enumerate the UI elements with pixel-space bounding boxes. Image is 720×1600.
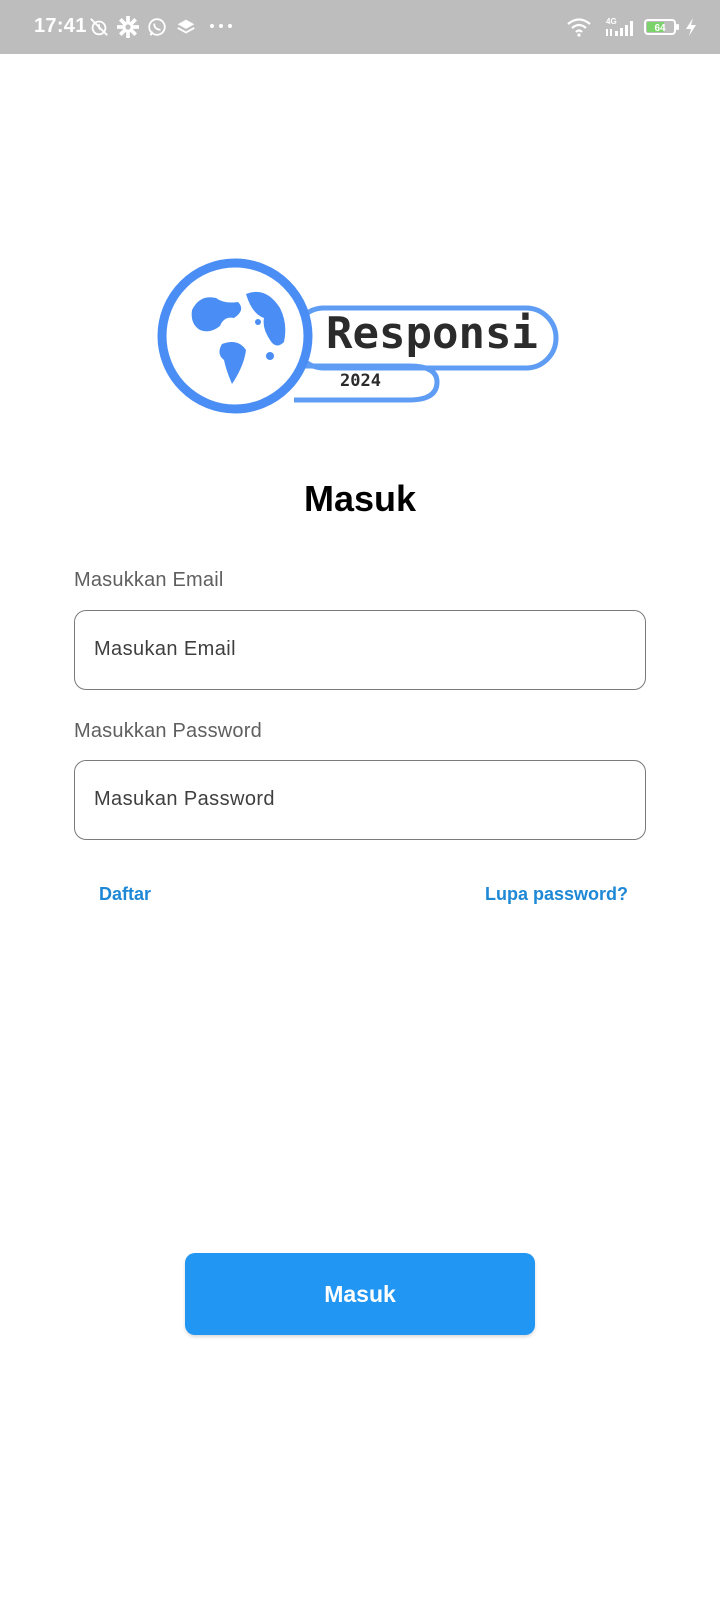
settings-icon (117, 16, 139, 38)
whatsapp-icon (146, 16, 168, 38)
status-bar: 17:41 4G 64 (0, 0, 720, 54)
login-button[interactable]: Masuk (185, 1253, 535, 1335)
layers-icon (175, 16, 197, 38)
logo-name: Responsi (326, 308, 538, 359)
status-time: 17:41 (34, 15, 87, 37)
app-logo: Responsi 2024 (154, 258, 564, 418)
alarm-off-icon (88, 16, 110, 38)
network-type-label: 4G (606, 17, 617, 26)
signal-icon: 4G (605, 16, 635, 38)
charging-icon (684, 16, 698, 38)
page-title: Masuk (303, 478, 417, 519)
email-label: Masukkan Email (74, 569, 224, 591)
battery-icon: 64 (644, 16, 680, 38)
password-field[interactable]: Masukan Password (74, 760, 646, 840)
email-field[interactable]: Masukan Email (74, 610, 646, 690)
battery-level: 64 (654, 23, 666, 34)
password-placeholder: Masukan Password (94, 788, 275, 810)
login-button-label: Masuk (324, 1280, 396, 1307)
logo-year: 2024 (340, 371, 381, 391)
more-dots-icon (208, 16, 234, 38)
email-placeholder: Masukan Email (94, 638, 236, 660)
register-link[interactable]: Daftar (99, 884, 151, 905)
password-label: Masukkan Password (74, 720, 262, 742)
wifi-icon (566, 16, 592, 38)
forgot-password-link[interactable]: Lupa password? (485, 884, 628, 905)
